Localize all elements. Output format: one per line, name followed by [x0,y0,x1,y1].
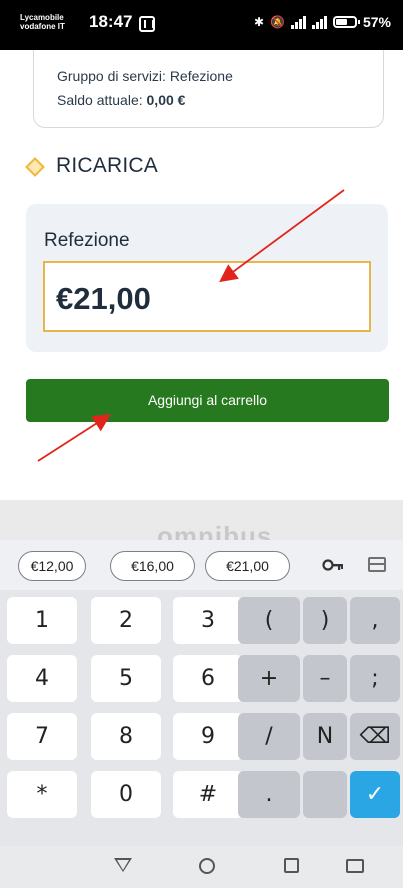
system-nav-bar [0,846,403,888]
amount-input[interactable]: €21,00 [43,261,371,332]
backspace-icon[interactable]: ⌫ [350,713,400,760]
key-0[interactable]: 0 [91,771,161,818]
key-hash[interactable]: # [173,771,243,818]
status-indicators: ✱ 🔕 57% [254,14,391,30]
key-comma[interactable]: , [350,597,400,644]
key-7[interactable]: 7 [7,713,77,760]
mute-icon: 🔕 [270,15,285,29]
balance-label: Saldo attuale: [57,92,143,108]
keyboard-switch-icon[interactable] [346,859,364,873]
bluetooth-icon: ✱ [253,15,265,29]
home-icon[interactable] [199,858,215,874]
key-1[interactable]: 1 [7,597,77,644]
clock: 18:47 [89,12,133,31]
key-open-paren[interactable]: ( [238,597,300,644]
carrier-label: Lycamobile vodafone IT [20,13,65,31]
suggestion-chip-2[interactable]: €16,00 [110,551,195,581]
suggestion-bar: €12,00 €16,00 €21,00 [0,540,403,590]
key-semicolon[interactable]: ; [350,655,400,702]
key-9[interactable]: 9 [173,713,243,760]
key-period[interactable]: . [238,771,300,818]
key-asterisk[interactable]: * [7,771,77,818]
signal-icon [311,15,327,29]
arrow-to-button [37,414,112,462]
back-icon[interactable] [114,858,132,872]
key-6[interactable]: 6 [173,655,243,702]
service-info-card: Gruppo di servizi: Refezione Saldo attua… [33,50,384,128]
section-title: RICARICA [56,154,158,177]
signal-4g-icon [290,15,306,29]
key-minus[interactable]: – [303,655,347,702]
key-2[interactable]: 2 [91,597,161,644]
diamond-icon [25,157,45,177]
suggestion-chip-1[interactable]: €12,00 [18,551,86,581]
recharge-panel: Refezione €21,00 [26,204,388,352]
current-balance: Saldo attuale: 0,00 € [57,92,185,108]
status-bar: Lycamobile vodafone IT 18:47 ✱ 🔕 57% [0,0,403,50]
suggestion-chip-3[interactable]: €21,00 [205,551,290,581]
password-key-icon[interactable] [322,557,344,573]
carrier-2: vodafone IT [20,22,65,31]
add-to-cart-button[interactable]: Aggiungi al carrello [26,379,389,422]
balance-value: 0,00 € [146,92,186,108]
amount-value: €21,00 [56,281,151,316]
key-3[interactable]: 3 [173,597,243,644]
key-slash[interactable]: / [238,713,300,760]
key-plus[interactable]: + [238,655,300,702]
nfc-icon [139,16,155,32]
key-4[interactable]: 4 [7,655,77,702]
key-5[interactable]: 5 [91,655,161,702]
key-close-paren[interactable]: ) [303,597,347,644]
page-footer-strip: omnibus [0,500,403,540]
done-check-icon[interactable]: ✓ [350,771,400,818]
battery-icon [332,16,360,28]
key-8[interactable]: 8 [91,713,161,760]
recharge-label: Refezione [44,230,130,251]
service-group: Gruppo di servizi: Refezione [57,68,233,84]
omnibus-logo: omnibus [157,521,273,540]
key-n[interactable]: N [303,713,347,760]
carrier-1: Lycamobile [20,13,64,22]
recents-icon[interactable] [284,858,299,873]
battery-percent: 57% [362,14,391,30]
numeric-keyboard: €12,00 €16,00 €21,00 1 2 3 ( ) , 4 5 6 +… [0,540,403,846]
clipboard-icon[interactable] [368,557,386,572]
key-blank[interactable] [303,771,347,818]
